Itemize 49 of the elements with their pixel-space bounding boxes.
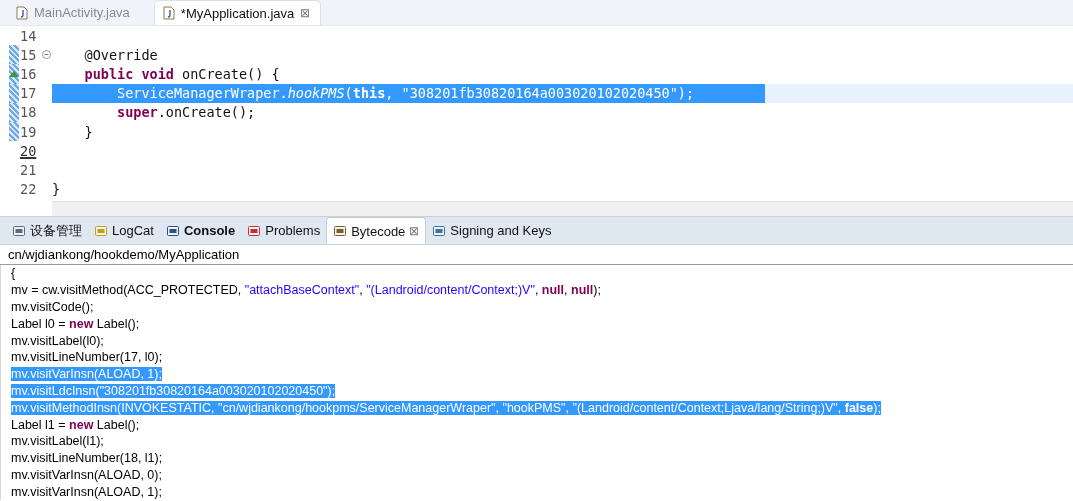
code-line: { — [11, 266, 16, 281]
panel-tab[interactable]: LogCat — [88, 217, 160, 244]
code-line: @Override — [83, 45, 159, 65]
line-number: 22 — [20, 181, 38, 198]
panel-tab[interactable]: Signing and Keys — [426, 217, 558, 244]
tab-label: Console — [183, 223, 236, 238]
tab-label: *MyApplication.java — [180, 5, 295, 21]
tab-label: LogCat — [112, 223, 154, 238]
close-button[interactable]: ⊠ — [409, 224, 420, 238]
line-number: 16 — [20, 65, 38, 82]
class-path: cn/wjdiankong/hookdemo/MyApplication — [0, 245, 1073, 265]
panel-tab[interactable]: 设备管理 — [6, 217, 88, 244]
panel-tab[interactable]: Problems — [241, 217, 327, 244]
code-line: mv.visitLineNumber(17, l0); — [11, 350, 163, 365]
code-line: } — [83, 122, 94, 142]
code-line: Label l1 = new Label(); — [11, 417, 140, 432]
editor-tab[interactable]: *MyApplication.java ⊠ — [153, 0, 322, 25]
code-line: } — [52, 180, 62, 199]
tab-label: 设备管理 — [30, 221, 82, 240]
panel-tab[interactable]: Console — [159, 217, 242, 244]
code-line: super.onCreate(); — [116, 103, 257, 122]
code-line: mv.visitLabel(l0); — [11, 333, 104, 348]
java-file-icon — [162, 6, 175, 20]
tab-label: MainActivity.java — [34, 5, 130, 20]
panel-tab[interactable]: Bytecode ⊠ — [326, 217, 427, 244]
line-number: 14 — [20, 27, 38, 44]
line-number: 20 — [20, 142, 38, 159]
tab-label: Problems — [265, 223, 321, 238]
line-number: 21 — [20, 161, 38, 178]
triangle-icon — [8, 70, 20, 79]
horizontal-scrollbar[interactable] — [52, 201, 1073, 216]
code-line: mv.visitCode(); — [11, 300, 94, 314]
java-file-icon — [16, 5, 28, 20]
monitor-icon — [165, 223, 180, 238]
collapse-icon[interactable] — [42, 50, 51, 60]
code-line: mv.visitVarInsn(ALOAD, 0); — [11, 467, 162, 482]
code-line: mv.visitLabel(l1); — [11, 434, 104, 449]
line-number: 18 — [20, 104, 38, 121]
tab-label: Signing and Keys — [450, 223, 552, 238]
tab-label: Bytecode — [351, 223, 406, 239]
code-line: mv.visitLineNumber(18, l1); — [11, 451, 163, 466]
code-line: mv = cw.visitMethod(ACC_PROTECTED, "attachBaseContext", "(Landroid/content/Context;)V", null, null); — [11, 283, 601, 298]
code-line: public void onCreate() { — [83, 64, 281, 84]
line-number: 17 — [20, 85, 38, 102]
line-number: 15 — [20, 46, 38, 63]
code-line: Label l0 = new Label(); — [11, 316, 140, 331]
code-line: mv.visitVarInsn(ALOAD, 1); — [11, 484, 162, 499]
close-button[interactable]: ⊠ — [300, 6, 311, 20]
line-number: 19 — [20, 123, 38, 140]
